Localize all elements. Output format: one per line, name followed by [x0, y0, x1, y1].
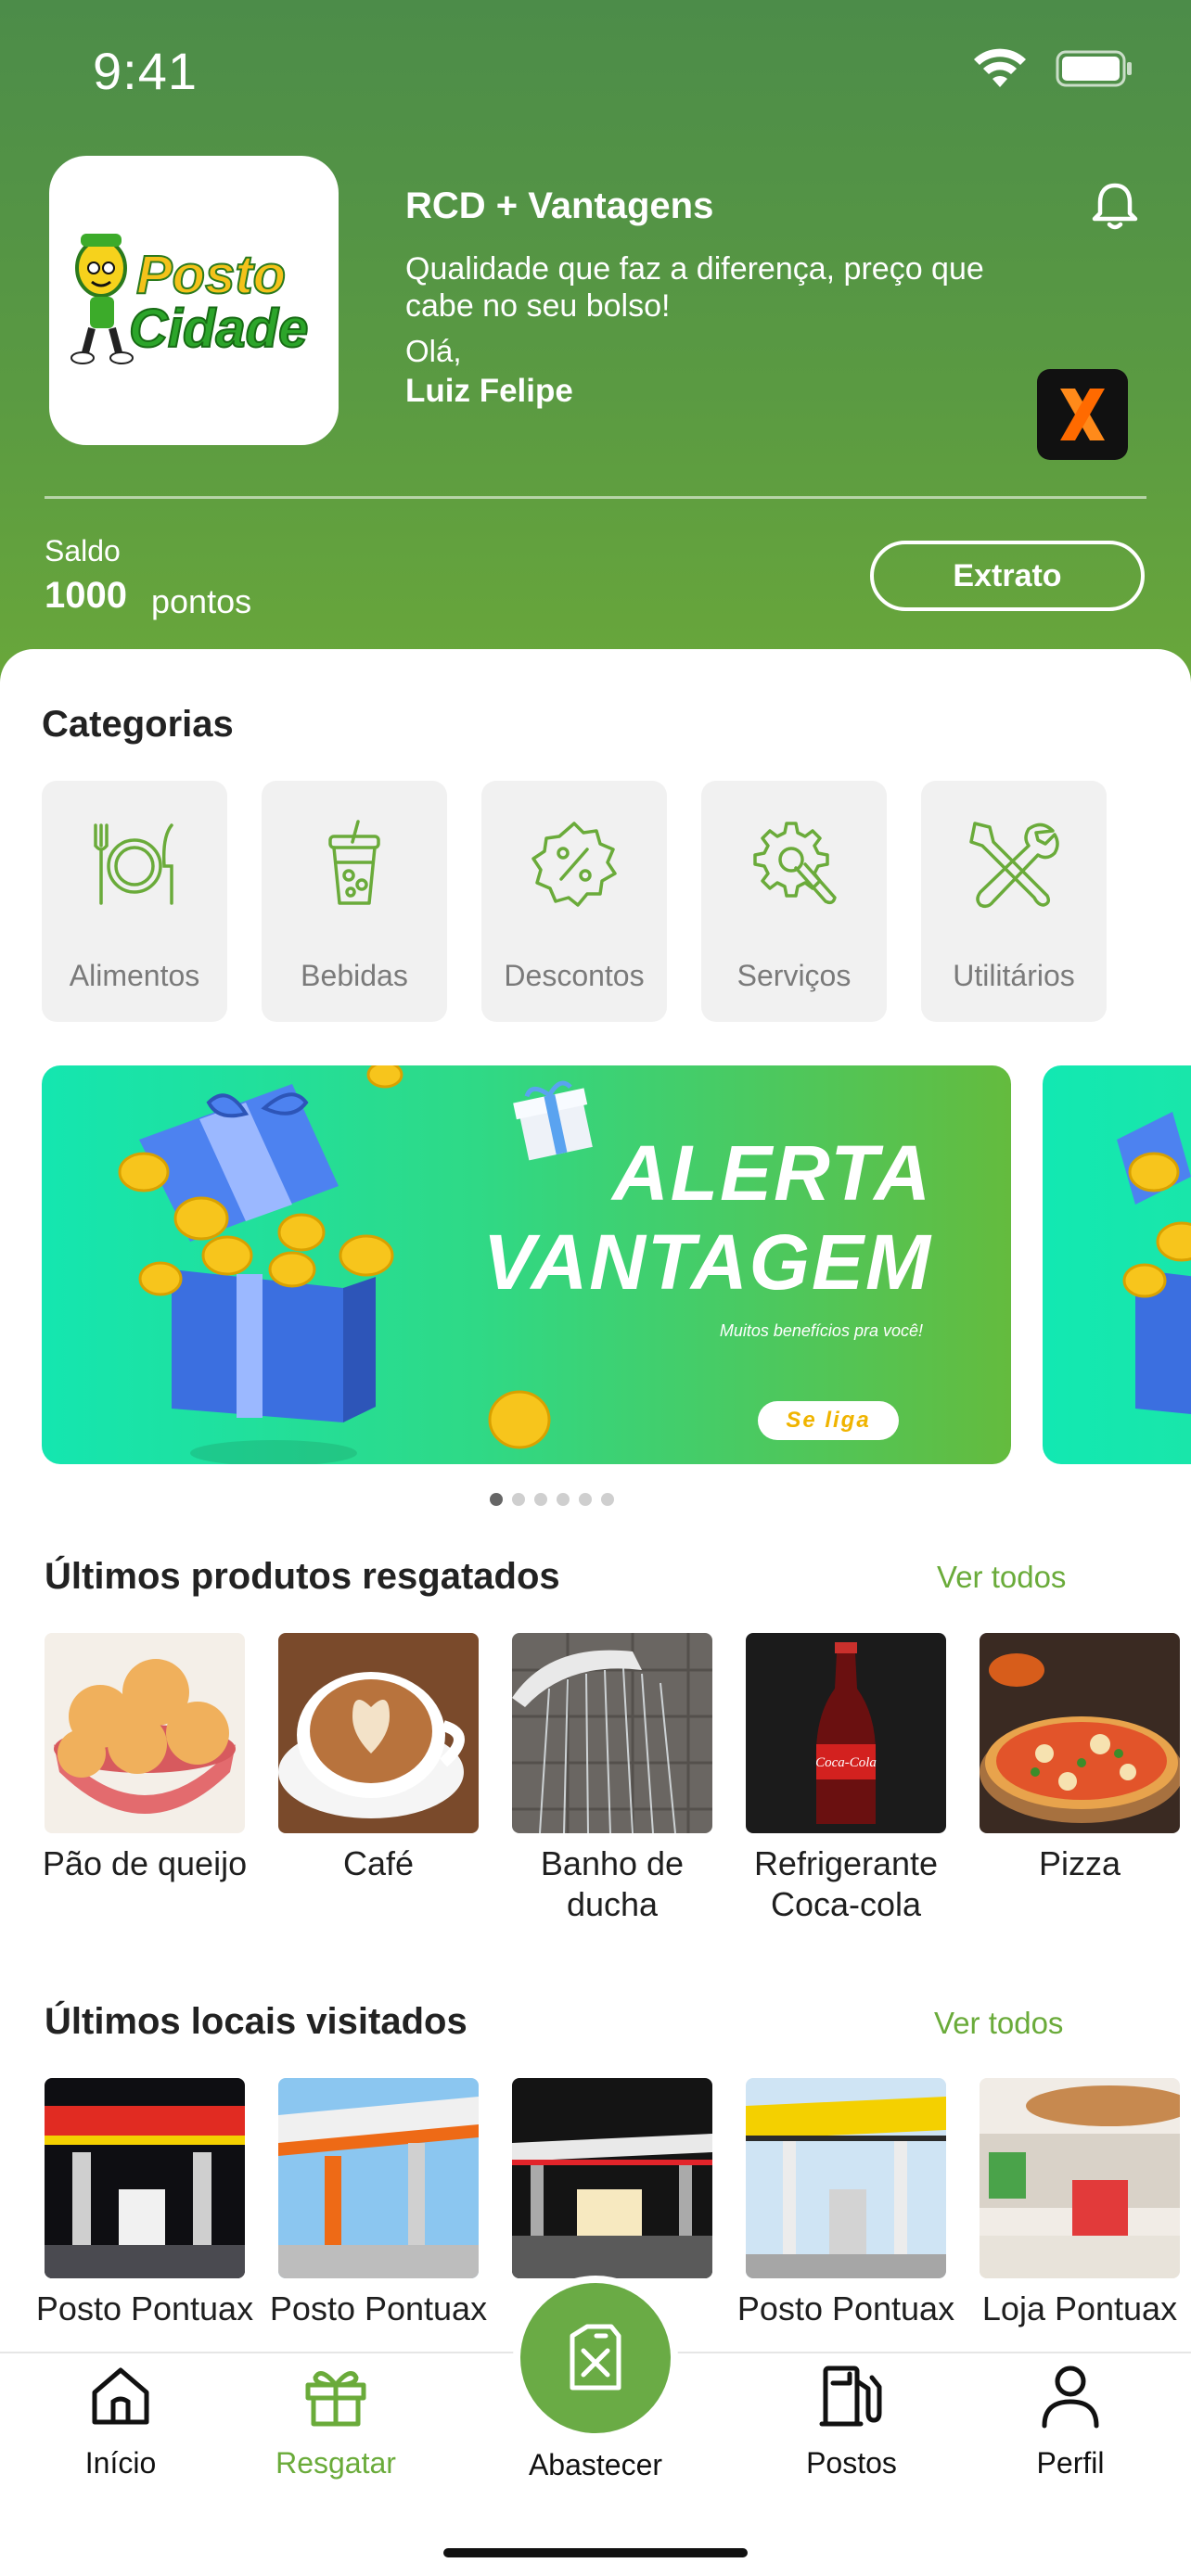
promo-banner[interactable]: ALERTA VANTAGEM Muitos benefícios pra vo… — [42, 1065, 1011, 1464]
nav-label: Postos — [806, 2446, 897, 2480]
user-icon — [1042, 2366, 1099, 2429]
category-label: Serviços — [736, 959, 852, 992]
product-label: Refrigerante Coca-cola — [753, 1844, 939, 1923]
x-brand-badge[interactable] — [1037, 369, 1128, 460]
category-alimentos[interactable]: Alimentos — [42, 781, 227, 1022]
balance-value: 1000 — [45, 575, 127, 616]
nav-resgatar[interactable]: Resgatar — [234, 2363, 438, 2493]
categories-title: Categorias — [42, 704, 234, 745]
place-thumb-posto-4[interactable] — [746, 2078, 946, 2278]
product-label: Café — [342, 1844, 415, 1882]
visited-title: Últimos locais visitados — [45, 2001, 467, 2042]
category-utilitarios[interactable]: Utilitários — [921, 781, 1107, 1022]
x-brand-icon — [1060, 389, 1105, 440]
gift-icon — [305, 2371, 366, 2427]
category-label: Bebidas — [301, 959, 408, 992]
home-icon — [92, 2367, 149, 2425]
gear-wrench-icon — [753, 822, 837, 905]
nav-label: Abastecer — [528, 2448, 663, 2481]
place-label: Posto Pontuax — [269, 2289, 488, 2327]
svg-text:Coca-Cola: Coca-Cola — [815, 1755, 877, 1770]
app-slogan: Qualidade que faz a diferença, preço que… — [405, 251, 984, 324]
category-descontos[interactable]: Descontos — [481, 781, 667, 1022]
carousel-dot[interactable] — [512, 1493, 525, 1506]
place-label: Posto Pontuax — [736, 2289, 955, 2327]
status-time: 9:41 — [93, 42, 198, 100]
app-title: RCD + Vantagens — [405, 185, 714, 226]
visited-see-all-link[interactable]: Ver todos — [934, 2006, 1063, 2041]
nav-inicio[interactable]: Início — [19, 2363, 223, 2493]
home-indicator — [443, 2548, 748, 2557]
place-thumb-posto-3[interactable] — [512, 2078, 712, 2278]
carousel-dots[interactable] — [490, 1493, 614, 1506]
user-name: Luiz Felipe — [405, 373, 573, 409]
banner-title-line1: ALERTA — [612, 1129, 932, 1217]
nav-postos[interactable]: Postos — [749, 2363, 954, 2493]
product-label: Pão de queijo — [42, 1844, 248, 1882]
greeting: Olá, — [405, 334, 462, 368]
product-label: Banho de ducha — [540, 1844, 685, 1923]
logo-mascot-icon: Posto Cidade — [70, 234, 309, 364]
category-label: Alimentos — [69, 959, 200, 992]
carousel-dot[interactable] — [579, 1493, 592, 1506]
bell-icon[interactable] — [1087, 178, 1143, 234]
plate-cutlery-icon — [94, 823, 173, 905]
category-bebidas[interactable]: Bebidas — [262, 781, 447, 1022]
refuel-fab[interactable] — [520, 2283, 671, 2433]
place-label: Loja Pontuax — [981, 2289, 1178, 2327]
product-thumb-cafe[interactable] — [278, 1633, 479, 1833]
place-thumb-loja[interactable] — [980, 2078, 1180, 2278]
wifi-icon — [974, 48, 1026, 87]
promo-banner-next[interactable] — [1043, 1065, 1191, 1464]
redeemed-see-all-link[interactable]: Ver todos — [937, 1560, 1066, 1595]
category-servicos[interactable]: Serviços — [701, 781, 887, 1022]
nav-label: Resgatar — [275, 2446, 396, 2480]
product-label: Pizza — [1038, 1844, 1121, 1882]
svg-text:Cidade: Cidade — [129, 299, 308, 359]
statement-button[interactable]: Extrato — [870, 541, 1145, 611]
product-thumb-pizza[interactable] — [980, 1633, 1180, 1833]
place-thumb-posto-2[interactable] — [278, 2078, 479, 2278]
nav-perfil[interactable]: Perfil — [968, 2363, 1172, 2493]
category-label: Descontos — [504, 959, 645, 992]
battery-icon — [1056, 50, 1132, 87]
header-divider — [45, 496, 1146, 499]
place-label: Posto Pontuax — [35, 2289, 254, 2327]
svg-text:Posto: Posto — [136, 245, 286, 305]
product-thumb-pao-de-queijo[interactable] — [45, 1633, 245, 1833]
banner-subtitle: Muitos benefícios pra você! — [719, 1321, 923, 1340]
balance-label: Saldo — [45, 534, 121, 567]
nav-label: Perfil — [1036, 2446, 1105, 2480]
status-icons — [972, 48, 1133, 89]
tools-icon — [969, 822, 1059, 909]
balance-unit: pontos — [151, 582, 252, 620]
carousel-dot[interactable] — [557, 1493, 570, 1506]
gas-pump-icon — [819, 2366, 882, 2427]
carousel-dot[interactable] — [601, 1493, 614, 1506]
product-thumb-coca-cola[interactable]: Coca-Cola — [746, 1633, 946, 1833]
carousel-dot[interactable] — [534, 1493, 547, 1506]
place-thumb-posto-1[interactable] — [45, 2078, 245, 2278]
brand-logo: Posto Cidade — [49, 156, 339, 445]
category-label: Utilitários — [953, 959, 1075, 992]
carousel-dot[interactable] — [490, 1493, 503, 1506]
fuel-can-icon — [570, 2324, 621, 2391]
banner-cta-button[interactable]: Se liga — [758, 1401, 899, 1440]
nav-label: Início — [84, 2446, 157, 2480]
banner-title-line2: VANTAGEM — [482, 1218, 932, 1306]
product-thumb-banho-de-ducha[interactable] — [512, 1633, 712, 1833]
percent-badge-icon — [531, 822, 617, 907]
drink-cup-icon — [328, 820, 380, 905]
redeemed-title: Últimos produtos resgatados — [45, 1556, 560, 1597]
gift-coins-illustration — [1117, 1112, 1191, 1414]
